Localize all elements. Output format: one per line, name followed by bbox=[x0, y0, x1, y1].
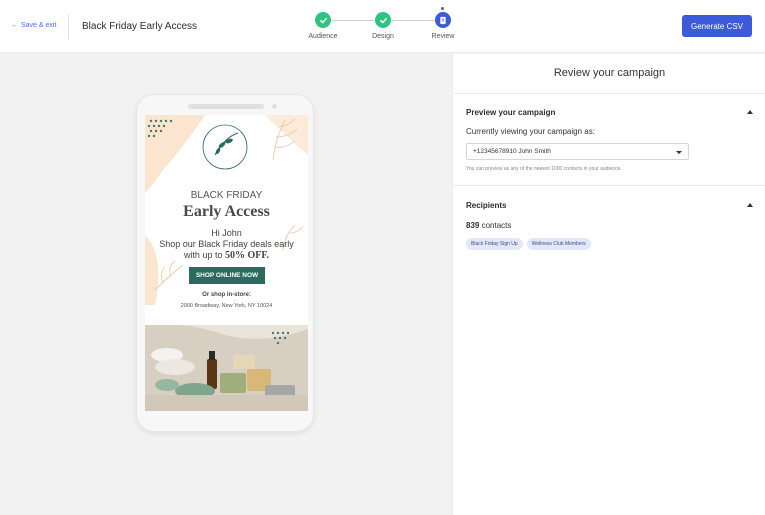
collapse-recipients-icon[interactable] bbox=[747, 203, 753, 207]
recipients-section-title: Recipients bbox=[466, 201, 507, 210]
preview-section-title: Preview your campaign bbox=[466, 108, 556, 117]
email-offer: with up to 50% OFF. bbox=[145, 250, 308, 261]
step-audience[interactable]: Audience bbox=[301, 12, 345, 40]
check-icon bbox=[375, 12, 391, 28]
store-address: 2000 Broadway, New York, NY 10024 bbox=[180, 303, 273, 309]
save-and-exit-label: Save & exit bbox=[21, 22, 57, 29]
email-subtitle: BLACK FRIDAY bbox=[190, 190, 263, 201]
step-review[interactable]: Review bbox=[421, 12, 465, 40]
email-body: Shop our Black Friday deals early bbox=[159, 239, 294, 249]
offer-value: 50% OFF. bbox=[224, 250, 270, 261]
email-headline: Early Access bbox=[183, 203, 270, 220]
collapse-preview-icon[interactable] bbox=[747, 110, 753, 114]
panel-divider bbox=[453, 185, 765, 186]
audience-tag: Wellness Club Members bbox=[526, 238, 591, 250]
step-label: Audience bbox=[308, 33, 338, 40]
generate-csv-button[interactable]: Generate CSV bbox=[682, 15, 752, 37]
instore-label: Or shop in-store: bbox=[202, 292, 251, 298]
count-value: 839 bbox=[466, 221, 480, 230]
step-label: Design bbox=[372, 33, 394, 40]
selected-contact: +12345678910 John Smith bbox=[473, 148, 551, 155]
preview-hint: You can preview as any of the newest 100… bbox=[466, 166, 622, 172]
preview-contact-select[interactable]: +12345678910 John Smith bbox=[466, 143, 689, 160]
panel-divider bbox=[453, 93, 765, 94]
chevron-down-icon bbox=[676, 151, 682, 154]
phone-camera bbox=[272, 104, 277, 109]
shop-online-button[interactable]: SHOP ONLINE NOW bbox=[189, 267, 265, 284]
panel-title: Review your campaign bbox=[553, 67, 666, 79]
count-suffix: contacts bbox=[479, 221, 512, 230]
step-design[interactable]: Design bbox=[361, 12, 405, 40]
audience-tag: Black Friday Sign Up bbox=[466, 238, 523, 250]
step-label: Review bbox=[431, 33, 455, 40]
review-panel: Review your campaign Preview your campai… bbox=[452, 54, 765, 515]
viewing-as-label: Currently viewing your campaign as: bbox=[466, 127, 595, 136]
save-and-exit-link[interactable]: ← Save & exit bbox=[11, 22, 56, 29]
product-image bbox=[145, 325, 308, 411]
check-icon bbox=[315, 12, 331, 28]
top-header: ← Save & exit Black Friday Early Access … bbox=[0, 0, 765, 53]
offer-prefix: with up to bbox=[183, 250, 225, 260]
audience-tags: Black Friday Sign Up Wellness Club Membe… bbox=[466, 238, 591, 250]
email-greeting: Hi John bbox=[211, 228, 242, 238]
recipients-count: 839 contacts bbox=[466, 221, 511, 230]
header-divider bbox=[68, 14, 69, 40]
phone-speaker bbox=[188, 104, 264, 109]
email-preview: BLACK FRIDAY Early Access Hi John Shop o… bbox=[145, 115, 308, 411]
document-icon bbox=[435, 12, 451, 28]
active-step-indicator bbox=[441, 7, 444, 10]
campaign-title: Black Friday Early Access bbox=[82, 21, 198, 32]
phone-preview: BLACK FRIDAY Early Access Hi John Shop o… bbox=[136, 94, 314, 432]
arrow-left-icon: ← bbox=[11, 22, 18, 29]
